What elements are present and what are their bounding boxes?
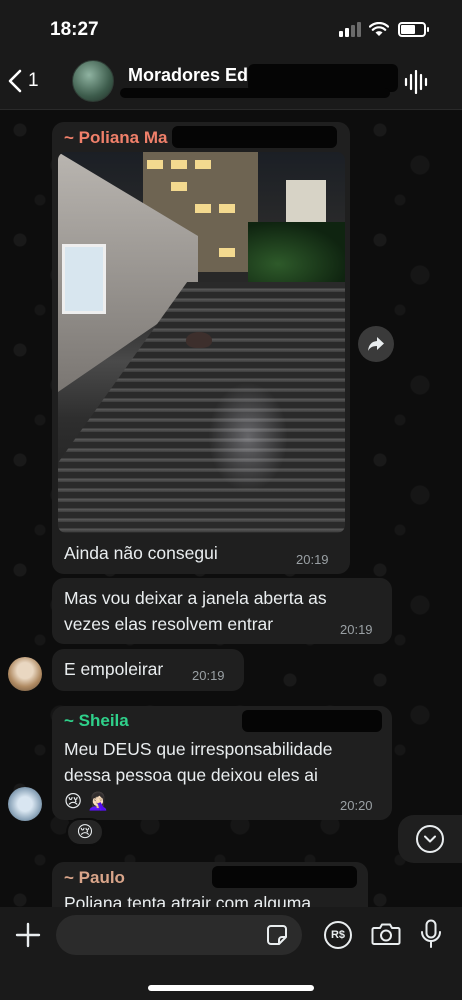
message-bubble[interactable]: E empoleirar 20:19 [52,649,244,691]
message-text: Mas vou deixar a janela aberta as vezes … [64,588,327,634]
avatar[interactable] [8,657,42,691]
photo-pigeon [186,332,212,348]
message-time: 20:19 [296,552,329,567]
photo-trees [248,222,345,292]
unread-count: 1 [28,70,39,91]
message-time: 20:19 [192,668,225,683]
group-name[interactable]: Moradores Ed [128,65,248,86]
chevron-down-icon [424,835,436,843]
wifi-icon [369,22,389,36]
message-photo[interactable] [58,152,345,533]
scroll-down-button[interactable] [398,815,462,863]
photo-window [62,244,106,314]
redaction [120,88,390,98]
mic-icon[interactable] [420,919,442,949]
message-emojis: 😢 🤦🏻‍♀️ [64,791,109,811]
reaction-badge[interactable]: 😢 [66,818,104,846]
message-bubble[interactable]: ~ Poliana Ma Ainda não consegui 20:19 [52,122,350,574]
avatar[interactable] [8,787,42,821]
message-text: Meu DEUS que irresponsabilidade dessa pe… [64,739,333,785]
message-text: E empoleirar [64,659,164,679]
battery-icon [398,22,429,37]
back-button[interactable]: 1 [8,64,54,98]
chat-header: 1 Moradores Ed [0,54,462,110]
group-avatar[interactable] [72,60,114,102]
plus-icon[interactable] [14,921,42,949]
message-bubble[interactable]: Mas vou deixar a janela aberta as vezes … [52,578,392,644]
forward-icon [368,337,384,351]
photo-reflection [208,382,288,492]
payment-button[interactable]: R$ [324,921,352,949]
sender-name: ~ Sheila [64,711,129,730]
input-bar: R$ [0,907,462,1000]
sender-name: ~ Paulo [64,868,125,887]
chevron-left-icon [8,69,22,93]
sender-name: ~ Poliana Ma [64,128,168,147]
redaction [172,126,337,148]
message-text: Ainda não consegui [64,543,218,563]
home-indicator [148,985,314,991]
message-time: 20:20 [340,798,373,813]
camera-icon[interactable] [371,922,401,946]
status-bar: 18:27 [0,0,462,54]
forward-button[interactable] [358,326,394,362]
signal-icon [339,22,361,37]
waveform-icon[interactable] [404,70,430,94]
redaction [242,710,382,732]
redaction [212,866,357,888]
message-time: 20:19 [340,622,373,637]
message-bubble[interactable]: ~ Sheila Meu DEUS que irresponsabilidade… [52,706,392,820]
status-time: 18:27 [50,19,99,40]
sticker-icon[interactable] [266,924,288,946]
